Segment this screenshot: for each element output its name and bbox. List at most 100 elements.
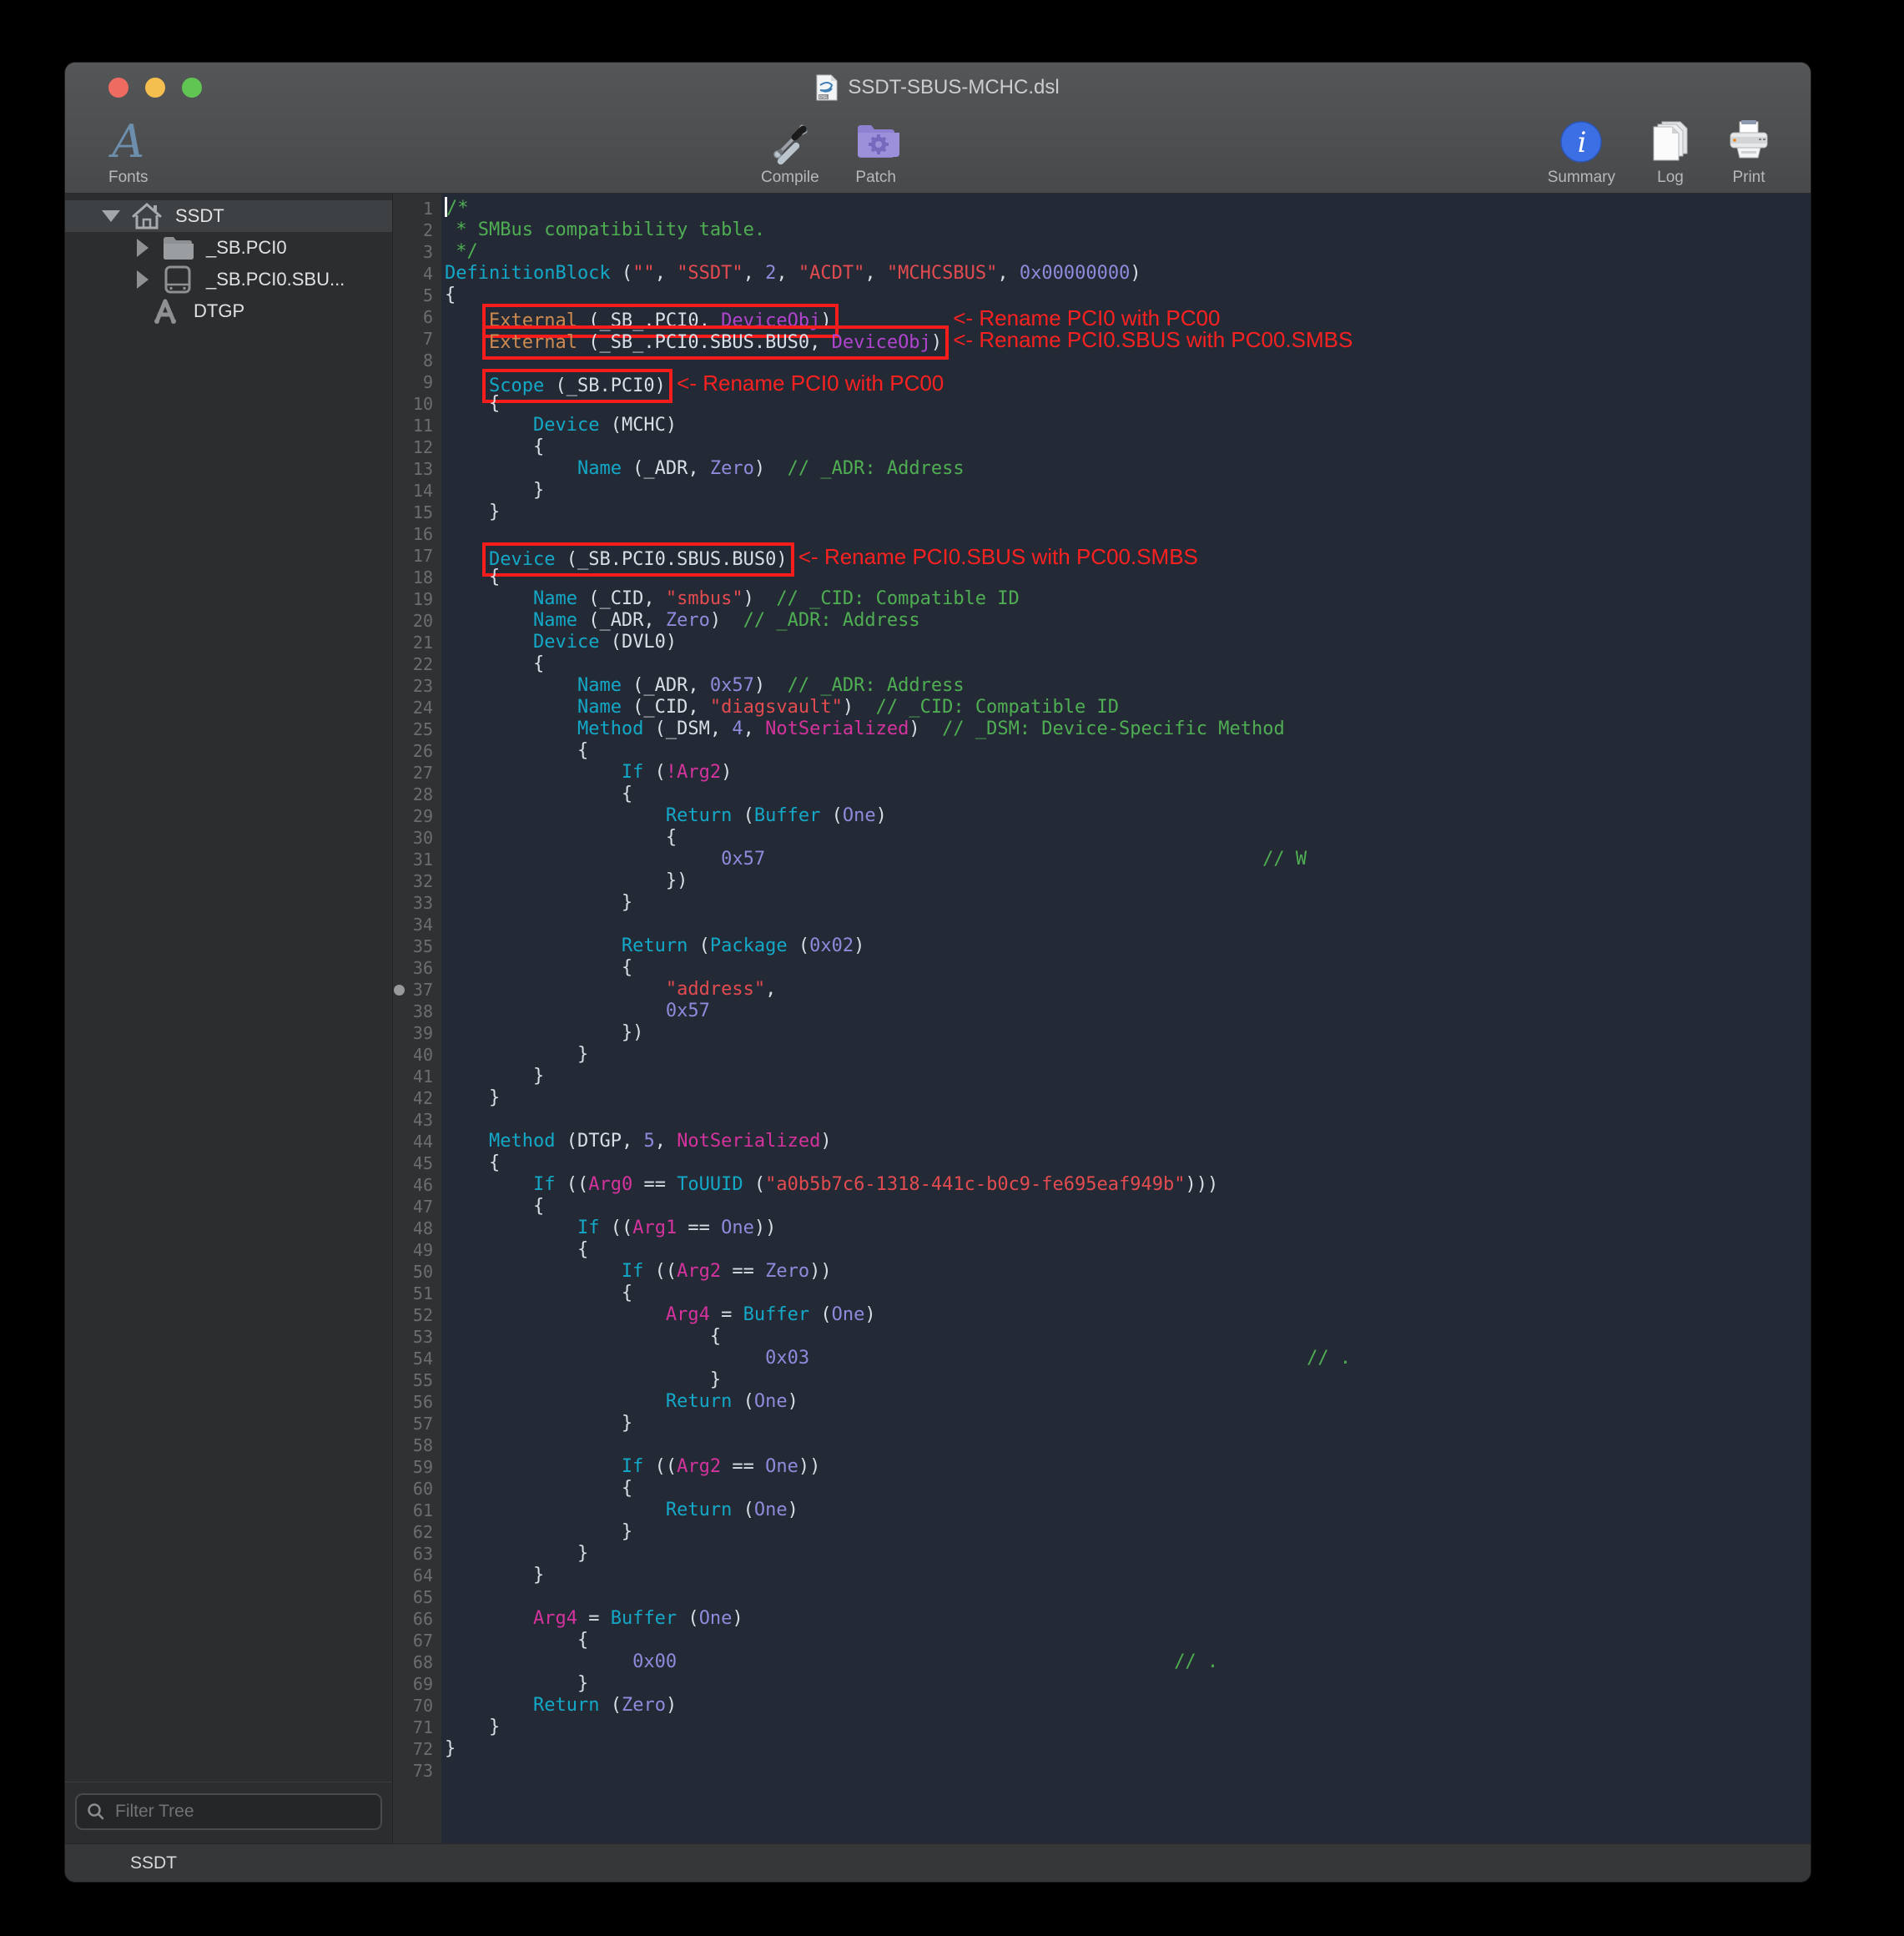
code-line[interactable]: 65 bbox=[393, 1586, 1811, 1608]
code-line[interactable]: 43 bbox=[393, 1109, 1811, 1131]
tree-item-ssdt[interactable]: SSDT bbox=[65, 200, 392, 232]
editor[interactable]: 1/*2 * SMBus compatibility table.3 */4De… bbox=[393, 194, 1811, 1843]
code-line[interactable]: 27 If (!Arg2) bbox=[393, 762, 1811, 784]
code-line[interactable]: 70 Return (Zero) bbox=[393, 1695, 1811, 1717]
code-line[interactable]: 15 } bbox=[393, 502, 1811, 523]
code-line[interactable]: 31 0x57 // W bbox=[393, 849, 1811, 870]
compile-button[interactable]: Compile bbox=[761, 118, 819, 187]
code-line[interactable]: 19 Name (_CID, "smbus") // _CID: Compati… bbox=[393, 588, 1811, 610]
code-line[interactable]: 53 { bbox=[393, 1326, 1811, 1348]
code-line-content: { bbox=[441, 285, 456, 306]
line-number: 10 bbox=[393, 393, 441, 415]
code-line[interactable]: 5{ bbox=[393, 285, 1811, 306]
code-line[interactable]: 49 { bbox=[393, 1239, 1811, 1261]
patch-button[interactable]: Patch bbox=[853, 118, 899, 187]
log-button[interactable]: Log bbox=[1647, 118, 1694, 187]
code-line-content: 0x03 // . bbox=[441, 1348, 1351, 1369]
code-line[interactable]: 9 Scope (_SB.PCI0) <- Rename PCI0 with P… bbox=[393, 371, 1811, 393]
code-line[interactable]: 17 Device (_SB.PCI0.SBUS.BUS0) <- Rename… bbox=[393, 545, 1811, 567]
filter-input[interactable] bbox=[113, 1801, 370, 1823]
code-line[interactable]: 67 { bbox=[393, 1630, 1811, 1651]
code-line[interactable]: 62 } bbox=[393, 1521, 1811, 1543]
disclosure-triangle[interactable] bbox=[137, 270, 149, 289]
code-line[interactable]: 73 bbox=[393, 1760, 1811, 1782]
code-line[interactable]: 4DefinitionBlock ("", "SSDT", 2, "ACDT",… bbox=[393, 263, 1811, 285]
code-line[interactable]: 35 Return (Package (0x02) bbox=[393, 935, 1811, 957]
code-line[interactable]: 44 Method (DTGP, 5, NotSerialized) bbox=[393, 1131, 1811, 1152]
code-line[interactable]: 41 } bbox=[393, 1066, 1811, 1087]
filter-field[interactable] bbox=[75, 1793, 382, 1830]
code-token: ) bbox=[754, 458, 788, 479]
code-line[interactable]: 33 } bbox=[393, 892, 1811, 914]
code-line[interactable]: 20 Name (_ADR, Zero) // _ADR: Address bbox=[393, 610, 1811, 632]
code-token: // _ADR: Address bbox=[743, 610, 920, 631]
code-line[interactable]: 63 } bbox=[393, 1543, 1811, 1565]
code-line[interactable]: 29 Return (Buffer (One) bbox=[393, 805, 1811, 827]
code-line[interactable]: 26 { bbox=[393, 740, 1811, 762]
code-line[interactable]: 46 If ((Arg0 == ToUUID ("a0b5b7c6-1318-4… bbox=[393, 1174, 1811, 1196]
code-line[interactable]: 47 { bbox=[393, 1196, 1811, 1218]
code-line[interactable]: 12 { bbox=[393, 436, 1811, 458]
code-line[interactable]: 13 Name (_ADR, Zero) // _ADR: Address bbox=[393, 458, 1811, 480]
code-line[interactable]: 71 } bbox=[393, 1717, 1811, 1738]
code-line[interactable]: 56 Return (One) bbox=[393, 1391, 1811, 1413]
code-line[interactable]: 25 Method (_DSM, 4, NotSerialized) // _D… bbox=[393, 718, 1811, 740]
code-line[interactable]: 48 If ((Arg1 == One)) bbox=[393, 1218, 1811, 1239]
code-line[interactable]: 60 { bbox=[393, 1478, 1811, 1500]
code-token: // _ADR: Address bbox=[788, 458, 965, 479]
code-line[interactable]: 45 { bbox=[393, 1152, 1811, 1174]
code-line[interactable]: 64 } bbox=[393, 1565, 1811, 1586]
code-line[interactable]: 69 } bbox=[393, 1673, 1811, 1695]
close-button[interactable] bbox=[108, 78, 128, 98]
code-line[interactable]: 11 Device (MCHC) bbox=[393, 415, 1811, 436]
zoom-button[interactable] bbox=[182, 78, 202, 98]
tree-item-sb-pci0[interactable]: _SB.PCI0 bbox=[65, 232, 392, 264]
code-line[interactable]: 52 Arg4 = Buffer (One) bbox=[393, 1304, 1811, 1326]
code-line[interactable]: 6 External (_SB_.PCI0, DeviceObj) <- Ren… bbox=[393, 306, 1811, 328]
fonts-button[interactable]: A Fonts bbox=[108, 118, 149, 187]
code-line[interactable]: 1/* bbox=[393, 198, 1811, 219]
code-line[interactable]: 51 { bbox=[393, 1283, 1811, 1304]
code-line[interactable]: 21 Device (DVL0) bbox=[393, 632, 1811, 653]
code-line[interactable]: 22 { bbox=[393, 653, 1811, 675]
summary-button[interactable]: i Summary bbox=[1548, 118, 1615, 187]
code-line[interactable]: 50 If ((Arg2 == Zero)) bbox=[393, 1261, 1811, 1283]
code-line[interactable]: 54 0x03 // . bbox=[393, 1348, 1811, 1369]
code-line[interactable]: 30 { bbox=[393, 827, 1811, 849]
code-line[interactable]: 16 bbox=[393, 523, 1811, 545]
code-line[interactable]: 58 bbox=[393, 1434, 1811, 1456]
code-line[interactable]: 39 }) bbox=[393, 1022, 1811, 1044]
tree-item-sb-pci0-sbus[interactable]: _SB.PCI0.SBU... bbox=[65, 264, 392, 295]
code-line[interactable]: 61 Return (One) bbox=[393, 1500, 1811, 1521]
code-line[interactable]: 57 } bbox=[393, 1413, 1811, 1434]
code-line[interactable]: 3 */ bbox=[393, 241, 1811, 263]
tree-item-dtgp[interactable]: DTGP bbox=[65, 295, 392, 327]
code-line[interactable]: 23 Name (_ADR, 0x57) // _ADR: Address bbox=[393, 675, 1811, 697]
code-line[interactable]: 72} bbox=[393, 1738, 1811, 1760]
code-line[interactable]: 7 External (_SB_.PCI0.SBUS.BUS0, DeviceO… bbox=[393, 328, 1811, 350]
code-line[interactable]: 24 Name (_CID, "diagsvault") // _CID: Co… bbox=[393, 697, 1811, 718]
code-line[interactable]: 34 bbox=[393, 914, 1811, 935]
code-line[interactable]: 38 0x57 bbox=[393, 1001, 1811, 1022]
minimize-button[interactable] bbox=[145, 78, 165, 98]
code-line[interactable]: 28 { bbox=[393, 784, 1811, 805]
print-button[interactable]: Print bbox=[1725, 118, 1772, 187]
disclosure-triangle[interactable] bbox=[137, 239, 149, 257]
disclosure-triangle[interactable] bbox=[102, 210, 120, 222]
code-token: 0x02 bbox=[809, 935, 854, 956]
code-area[interactable]: 1/*2 * SMBus compatibility table.3 */4De… bbox=[393, 194, 1811, 1843]
code-line[interactable]: 42 } bbox=[393, 1087, 1811, 1109]
code-line[interactable]: 2 * SMBus compatibility table. bbox=[393, 219, 1811, 241]
code-line[interactable]: 55 } bbox=[393, 1369, 1811, 1391]
code-line[interactable]: 36 { bbox=[393, 957, 1811, 979]
line-number: 38 bbox=[393, 1001, 441, 1022]
code-line[interactable]: 66 Arg4 = Buffer (One) bbox=[393, 1608, 1811, 1630]
code-line[interactable]: 59 If ((Arg2 == One)) bbox=[393, 1456, 1811, 1478]
code-line[interactable]: 40 } bbox=[393, 1044, 1811, 1066]
code-line[interactable]: 14 } bbox=[393, 480, 1811, 502]
code-line-content: 0x00 // . bbox=[441, 1651, 1218, 1673]
code-line[interactable]: 68 0x00 // . bbox=[393, 1651, 1811, 1673]
code-line-content: 0x57 // W bbox=[441, 849, 1307, 870]
code-line[interactable]: 32 }) bbox=[393, 870, 1811, 892]
code-line[interactable]: 37 "address", bbox=[393, 979, 1811, 1001]
